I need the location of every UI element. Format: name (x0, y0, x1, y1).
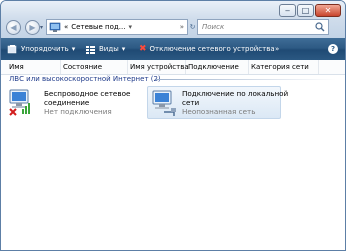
group-header[interactable]: ЛВС или высокоскоростной Интернет (2) (9, 75, 161, 83)
refresh-button[interactable]: ↻ (188, 19, 197, 35)
minimize-button[interactable]: ‒ (279, 4, 296, 17)
lan-name-line1: Подключение по локальной (182, 89, 289, 98)
search-placeholder: Поиск (202, 23, 225, 31)
disable-device-button[interactable]: ✖ Отключение сетевого устройства (139, 38, 275, 60)
forward-arrow-icon: ▶ (29, 23, 36, 32)
maximize-button[interactable]: □ (297, 4, 314, 17)
help-icon: ? (328, 44, 338, 54)
column-header-row: Имя Состояние Имя устройства Подключение… (1, 60, 345, 75)
minimize-icon: ‒ (284, 6, 291, 15)
address-text[interactable]: Сетевые под... (71, 23, 125, 31)
column-header-network-category[interactable]: Категория сети (249, 60, 319, 74)
more-label: » (275, 45, 280, 53)
wireless-status: Нет подключения (44, 107, 112, 116)
lan-name-line2: сети (182, 98, 200, 107)
more-commands-button[interactable]: » (275, 38, 279, 60)
forward-button[interactable]: ▶ (25, 20, 40, 35)
column-header-name[interactable]: Имя (7, 60, 61, 74)
search-icon[interactable] (315, 22, 325, 32)
address-bar[interactable]: « Сетевые под... ▾ » (46, 19, 188, 35)
chevron-down-icon: ▾ (121, 45, 126, 53)
address-prefix: « (64, 23, 69, 31)
back-button[interactable]: ◀ (6, 20, 21, 35)
maximize-icon: □ (301, 6, 310, 15)
explorer-window: ‒ □ ✕ ◀ ▶ ▾ « Сетевые под... ▾ » ↻ Поиск… (0, 0, 346, 251)
column-header-device-name[interactable]: Имя устройства (128, 60, 189, 74)
views-icon (86, 45, 95, 54)
close-button[interactable]: ✕ (315, 4, 341, 17)
disable-device-label: Отключение сетевого устройства (149, 45, 275, 53)
disable-icon: ✖ (139, 44, 147, 54)
wireless-name-line1: Беспроводное сетевое (44, 89, 131, 98)
organize-label: Упорядочить (21, 45, 69, 53)
wireless-name-line2: соединение (44, 98, 90, 107)
column-header-status[interactable]: Состояние (61, 60, 128, 74)
organize-button[interactable]: Упорядочить ▾ (7, 38, 75, 60)
organize-icon (7, 44, 17, 53)
views-label: Виды (99, 45, 119, 53)
wireless-network-icon (9, 89, 30, 116)
search-input[interactable]: Поиск (197, 19, 329, 35)
network-folder-icon (49, 22, 61, 32)
title-bar: ‒ □ ✕ ◀ ▶ ▾ « Сетевые под... ▾ » ↻ Поиск (1, 1, 345, 38)
command-toolbar: Упорядочить ▾ Виды ▾ ✖ Отключение сетево… (1, 38, 345, 60)
local-area-connection-item[interactable]: Подключение по локальной сети Неопознанн… (147, 86, 288, 119)
views-button[interactable]: Виды ▾ (85, 38, 125, 60)
wireless-connection-item[interactable]: Беспроводное сетевое соединение Нет подк… (7, 87, 137, 119)
wired-network-icon (152, 90, 176, 116)
lan-status: Неопознанная сеть (182, 107, 256, 116)
back-arrow-icon: ◀ (10, 23, 17, 32)
address-separator: » (179, 23, 184, 31)
address-dropdown[interactable]: ▾ (128, 23, 132, 31)
help-button[interactable]: ? (328, 38, 338, 60)
refresh-icon: ↻ (189, 23, 196, 31)
group-divider (156, 79, 336, 80)
column-header-connection[interactable]: Подключение (186, 60, 249, 74)
recent-pages-dropdown[interactable]: ▾ (40, 24, 43, 31)
close-icon: ✕ (324, 6, 332, 15)
chevron-down-icon: ▾ (71, 45, 76, 53)
